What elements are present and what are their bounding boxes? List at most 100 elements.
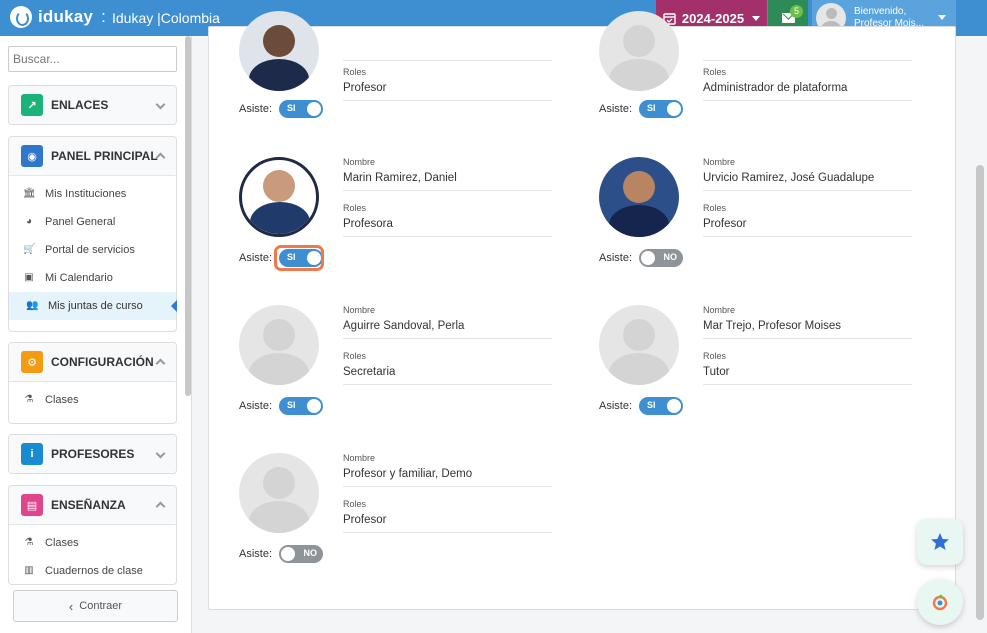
member-role: Profesor bbox=[703, 215, 912, 237]
member-role: Administrador de plataforma bbox=[703, 79, 912, 101]
member-photo-placeholder bbox=[239, 305, 319, 385]
sidebar: ↗ ENLACES ◉ PANEL PRINCIPAL 🏛Mis Institu… bbox=[0, 36, 192, 633]
chevron-up-icon bbox=[155, 358, 166, 369]
sidebar-item-panel-general[interactable]: ◕ Panel General bbox=[9, 208, 176, 236]
nombre-label: Nombre bbox=[343, 157, 376, 167]
idukay-logo-icon bbox=[10, 6, 32, 28]
sidebar-search-input[interactable] bbox=[8, 46, 177, 72]
member-card: Nombre Urvicio Ramirez, José Guadalupe R… bbox=[569, 157, 912, 297]
panel-principal: ◉ PANEL PRINCIPAL 🏛 Mis Instituciones ◕ Pa… bbox=[8, 136, 177, 332]
school-year-label: 2024-2025 bbox=[681, 10, 745, 26]
member-photo-placeholder bbox=[599, 305, 679, 385]
panel-configuracion: ⚙ CONFIGURACIÓN ⚗ Clases bbox=[8, 342, 177, 424]
attendance-toggle[interactable]: SI bbox=[639, 100, 684, 118]
panel-configuracion-header[interactable]: ⚙ CONFIGURACIÓN bbox=[9, 343, 176, 381]
member-photo bbox=[599, 157, 679, 237]
panel-enlaces: ↗ ENLACES bbox=[8, 85, 177, 125]
notebook-icon: ▥ bbox=[24, 565, 34, 576]
roles-label: Roles bbox=[703, 351, 727, 361]
caret-down-icon bbox=[752, 15, 761, 21]
school-name: Idukay |Colombia bbox=[112, 10, 220, 26]
nombre-label: Nombre bbox=[703, 305, 736, 315]
collapse-sidebar-button[interactable]: ‹ Contraer bbox=[13, 590, 178, 622]
assistant-logo-icon bbox=[932, 594, 948, 611]
brand-name: idukay bbox=[38, 7, 94, 26]
calendar-icon: ▣ bbox=[24, 272, 34, 283]
attendance-toggle[interactable]: NO bbox=[279, 545, 324, 563]
panel-title: CONFIGURACIÓN bbox=[51, 355, 154, 369]
logo[interactable]: idukay : bbox=[10, 6, 106, 28]
caret-down-icon bbox=[938, 15, 946, 20]
messages-badge: 5 bbox=[790, 5, 803, 18]
sidebar-item-cuadernos[interactable]: ▥ Cuadernos de clase bbox=[9, 557, 176, 584]
panel-ensenanza-header[interactable]: ▤ ENSEÑANZA bbox=[9, 486, 176, 524]
sidebar-item-clases-config[interactable]: ⚗ Clases bbox=[9, 386, 176, 414]
assistant-button[interactable] bbox=[917, 579, 963, 625]
highlight-ring bbox=[274, 245, 324, 271]
member-photo bbox=[239, 157, 319, 237]
attendance-toggle[interactable]: NO bbox=[639, 249, 684, 267]
member-role: Secretaria bbox=[343, 363, 552, 385]
member-name bbox=[343, 47, 552, 61]
member-card: Roles Profesor Asiste: SI bbox=[209, 11, 552, 167]
member-name: Profesor y familiar, Demo bbox=[343, 465, 552, 487]
roles-label: Roles bbox=[343, 351, 367, 361]
member-card: Nombre Aguirre Sandoval, Perla Roles Sec… bbox=[209, 305, 552, 445]
member-card: Nombre Mar Trejo, Profesor Moises Roles … bbox=[569, 305, 912, 445]
sidebar-item-portal-servicios[interactable]: 🛒 Portal de servicios bbox=[9, 236, 176, 264]
users-icon: 👥 bbox=[26, 300, 39, 311]
asiste-label: Asiste: bbox=[599, 252, 633, 264]
member-role: Tutor bbox=[703, 363, 912, 385]
flask-icon: ⚗ bbox=[24, 394, 34, 405]
nombre-label: Nombre bbox=[343, 453, 376, 463]
roles-label: Roles bbox=[703, 67, 727, 77]
asiste-label: Asiste: bbox=[239, 400, 273, 412]
member-name bbox=[703, 47, 912, 61]
dashboard-icon: ◕ bbox=[25, 216, 33, 227]
panel-principal-header[interactable]: ◉ PANEL PRINCIPAL bbox=[9, 137, 176, 175]
sidebar-item-clases[interactable]: ⚗ Clases bbox=[9, 529, 176, 557]
chevron-down-icon bbox=[155, 99, 166, 110]
member-name: Marin Ramirez, Daniel bbox=[343, 169, 552, 191]
member-card: Nombre Marin Ramirez, Daniel Roles Profe… bbox=[209, 157, 552, 297]
favorites-button[interactable] bbox=[917, 519, 963, 565]
panel-enlaces-header[interactable]: ↗ ENLACES bbox=[9, 86, 176, 124]
panel-profesores: i PROFESORES bbox=[8, 434, 177, 474]
id-card-icon: i bbox=[21, 443, 43, 465]
sidebar-item-mis-juntas[interactable]: 👥 Mis juntas de curso bbox=[9, 292, 177, 320]
chevron-up-icon bbox=[155, 501, 166, 512]
attendance-toggle[interactable]: SI bbox=[279, 100, 324, 118]
chevron-down-icon bbox=[155, 448, 166, 459]
institution-icon: 🏛 bbox=[23, 188, 36, 199]
panel-profesores-header[interactable]: i PROFESORES bbox=[9, 435, 176, 473]
collapse-label: Contraer bbox=[79, 600, 123, 612]
members-card: Roles Profesor Asiste: SI Roles Administ… bbox=[208, 11, 956, 610]
roles-label: Roles bbox=[703, 203, 727, 213]
flask-icon: ⚗ bbox=[24, 537, 34, 548]
member-name: Aguirre Sandoval, Perla bbox=[343, 317, 552, 339]
member-name: Urvicio Ramirez, José Guadalupe bbox=[703, 169, 912, 191]
book-icon: ▤ bbox=[21, 494, 43, 516]
star-icon bbox=[931, 533, 949, 550]
gears-icon: ⚙ bbox=[21, 351, 43, 373]
roles-label: Roles bbox=[343, 499, 367, 509]
asiste-label: Asiste: bbox=[599, 400, 633, 412]
main-scrollbar[interactable] bbox=[976, 165, 984, 620]
asiste-label: Asiste: bbox=[239, 103, 273, 115]
member-photo bbox=[239, 11, 319, 91]
roles-label: Roles bbox=[343, 67, 367, 77]
panel-title: PROFESORES bbox=[51, 447, 135, 461]
main-content: Roles Profesor Asiste: SI Roles Administ… bbox=[192, 11, 987, 633]
sidebar-scrollbar[interactable] bbox=[185, 36, 191, 396]
panel-title: PANEL PRINCIPAL bbox=[51, 149, 158, 163]
sidebar-item-mis-instituciones[interactable]: 🏛 Mis Instituciones bbox=[9, 180, 176, 208]
attendance-toggle[interactable]: SI bbox=[639, 397, 684, 415]
external-link-icon: ↗ bbox=[21, 94, 43, 116]
member-photo-placeholder bbox=[239, 453, 319, 533]
member-card: Nombre Profesor y familiar, Demo Roles P… bbox=[209, 453, 552, 593]
member-card: Roles Administrador de plataforma Asiste… bbox=[569, 11, 912, 167]
dashboard-icon: ◉ bbox=[21, 145, 43, 167]
asiste-label: Asiste: bbox=[239, 548, 273, 560]
attendance-toggle[interactable]: SI bbox=[279, 397, 324, 415]
sidebar-item-mi-calendario[interactable]: ▣ Mi Calendario bbox=[9, 264, 176, 292]
